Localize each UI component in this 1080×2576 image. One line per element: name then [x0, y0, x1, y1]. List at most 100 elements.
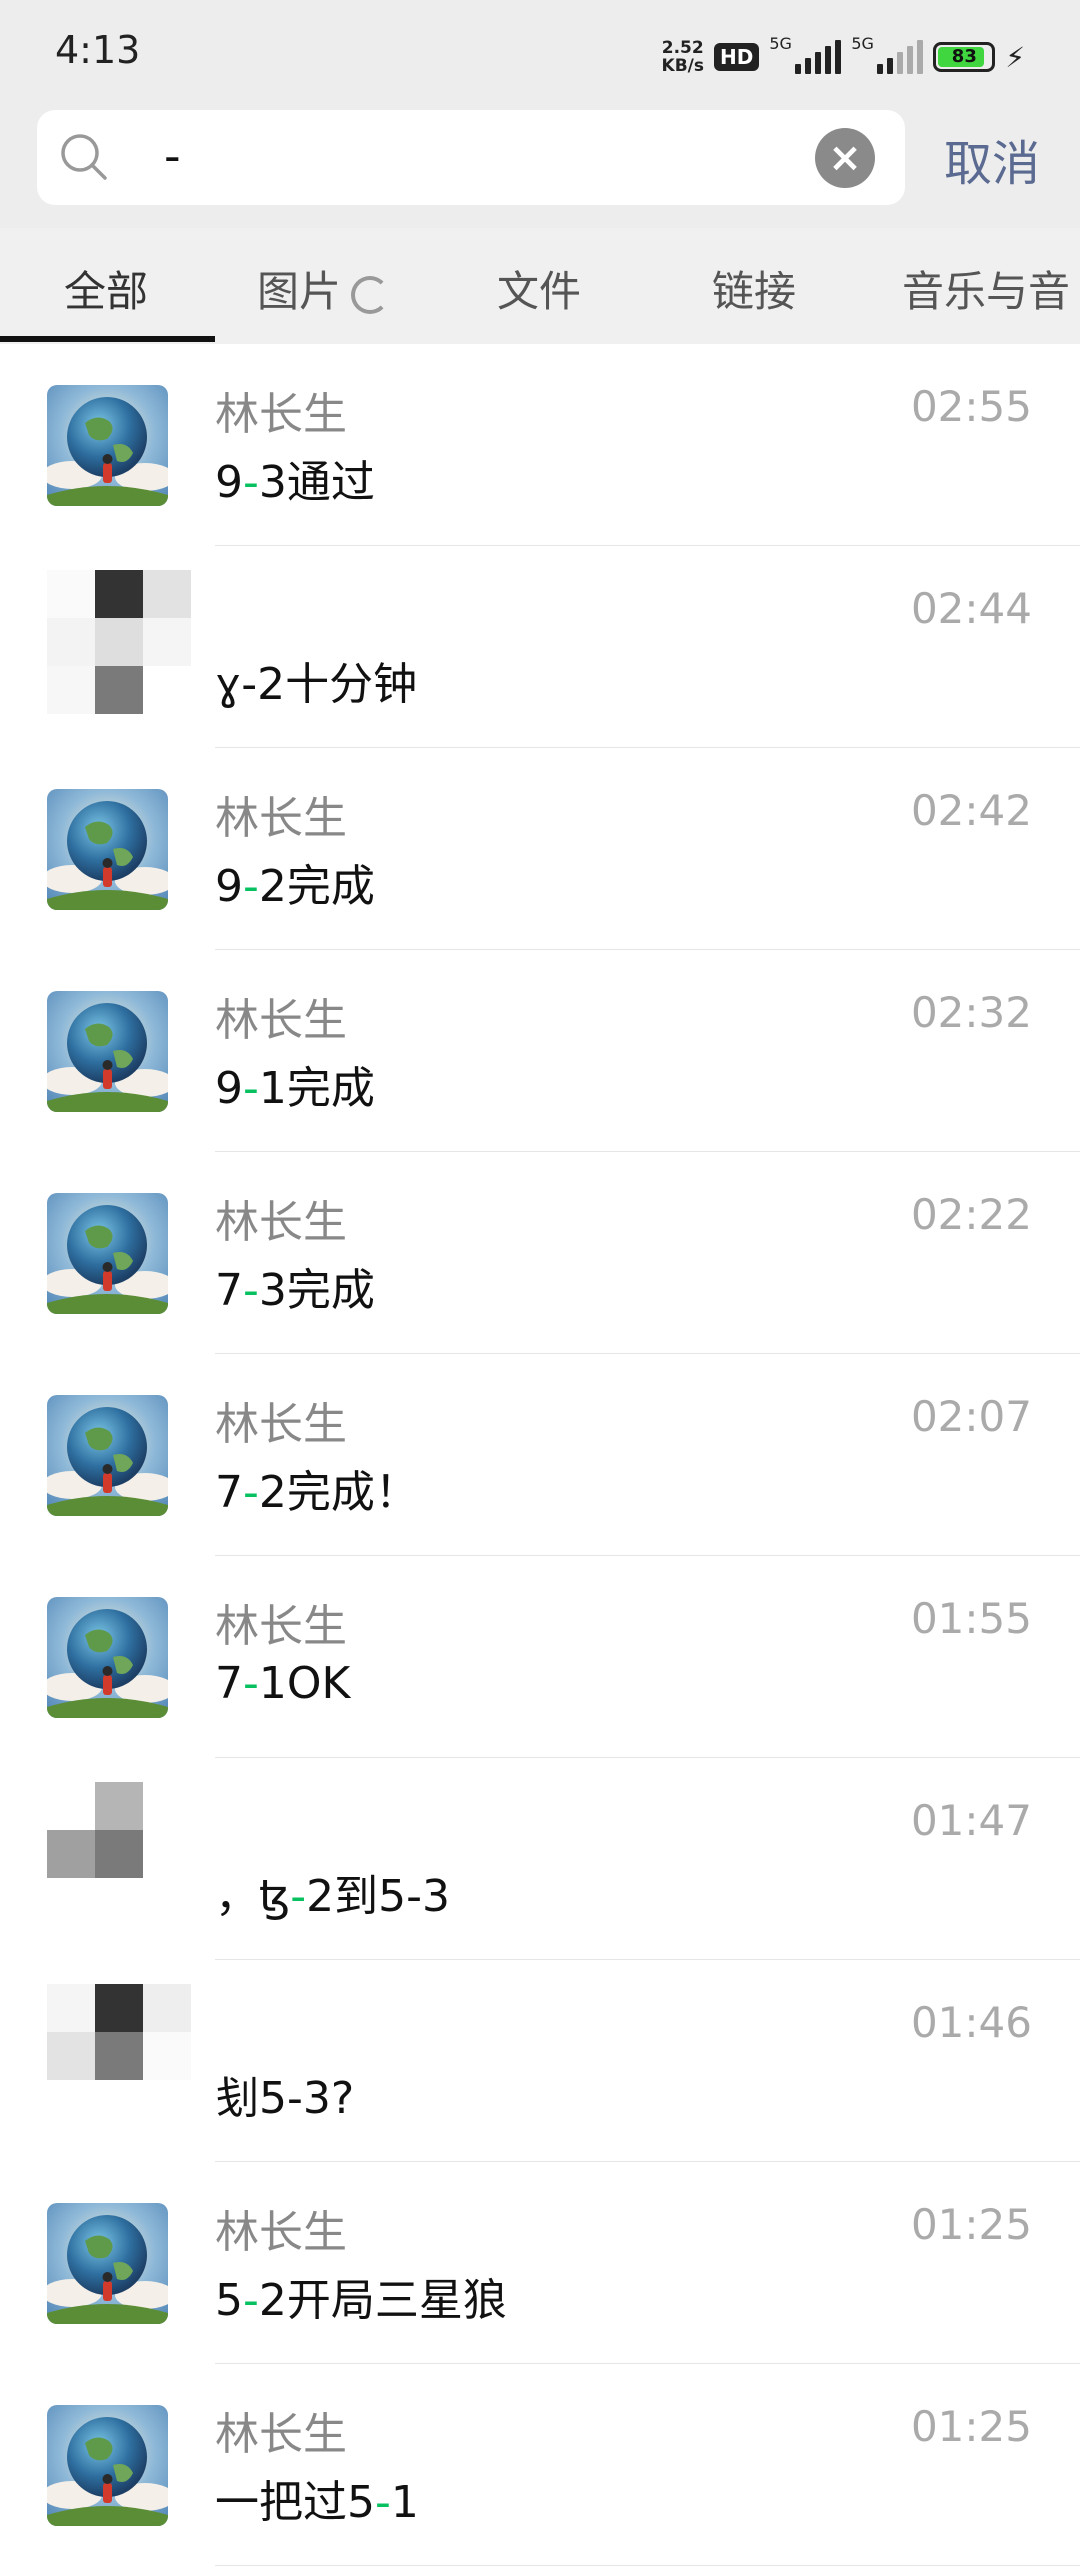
avatar-pixelated	[47, 1984, 191, 2128]
snippet-text: 9	[215, 1063, 243, 1114]
avatar	[47, 991, 168, 1112]
snippet-text: 2完成	[258, 861, 375, 912]
message-time: 02:07	[910, 1392, 1032, 1441]
contact-name: 林长生	[215, 793, 347, 844]
avatar	[47, 789, 168, 910]
chat-result-row[interactable]: 林长生 02:32 9-1完成	[0, 950, 1080, 1152]
snippet-text: 7	[215, 1658, 243, 1709]
battery-icon: 83	[933, 42, 996, 72]
message-time: 02:22	[910, 1190, 1032, 1239]
avatar	[47, 1395, 168, 1516]
match-highlight: -	[243, 457, 259, 508]
avatar	[47, 385, 168, 506]
avatar-pixelated	[47, 570, 191, 714]
message-snippet: 9-2完成	[215, 850, 375, 914]
chat-result-row[interactable]: 01:47 ，ꜩ-2到5-3	[0, 1758, 1080, 1960]
message-snippet: ɣ-2十分钟	[215, 648, 417, 712]
snippet-text: 9	[215, 457, 243, 508]
chat-result-row[interactable]: 01:46 刬5-3?	[0, 1960, 1080, 2162]
chat-result-row[interactable]: 林长生 02:07 7-2完成！	[0, 1354, 1080, 1556]
snippet-text: 1OK	[258, 1658, 351, 1709]
chat-result-row[interactable]: 林长生 02:55 9-3通过	[0, 344, 1080, 546]
contact-name: 林长生	[215, 1197, 347, 1248]
search-icon	[61, 134, 107, 180]
avatar	[47, 1193, 168, 1314]
message-time: 02:42	[910, 786, 1032, 835]
message-time: 01:25	[910, 2200, 1032, 2249]
message-snippet: ，ꜩ-2到5-3	[215, 1860, 450, 1924]
status-time: 4:13	[55, 28, 141, 72]
loading-spinner-icon	[351, 275, 390, 314]
message-snippet: 9-3通过	[215, 446, 375, 510]
tab-indicator	[0, 336, 215, 342]
chat-result-row[interactable]: 林长生 02:42 9-2完成	[0, 748, 1080, 950]
chat-result-row[interactable]: 林长生 01:55 7-1OK	[0, 1556, 1080, 1758]
message-time: 01:55	[910, 1594, 1032, 1643]
message-snippet: 7-3完成	[215, 1254, 375, 1318]
snippet-text: 3完成	[258, 1265, 375, 1316]
snippet-text: ，ꜩ	[215, 1871, 291, 1922]
network-type: 5G	[769, 34, 792, 53]
chat-result-row[interactable]: 林长生 01:25 5-2开局三星狼	[0, 2162, 1080, 2364]
cancel-button[interactable]: 取消	[944, 124, 1040, 194]
snippet-text: 7	[215, 1467, 243, 1518]
tab-music[interactable]: 音乐与音	[902, 258, 1070, 319]
status-icons: 2.52 KB/s HD 5G 5G 83 ⚡	[662, 32, 1025, 82]
tab-images-label: 图片	[257, 267, 342, 316]
match-highlight: -	[243, 2275, 259, 2326]
snippet-text: 7	[215, 1265, 243, 1316]
battery-level: 83	[951, 46, 977, 67]
charging-icon: ⚡	[1005, 40, 1025, 74]
match-highlight: -	[243, 861, 259, 912]
snippet-text: 一把过5	[215, 2477, 375, 2528]
snippet-text: 3通过	[258, 457, 375, 508]
search-input[interactable]	[162, 125, 726, 187]
tab-links[interactable]: 链接	[712, 258, 796, 319]
snippet-text: 1完成	[258, 1063, 375, 1114]
snippet-text: 2开局三星狼	[258, 2275, 507, 2326]
chat-result-row[interactable]: 林长生 02:22 7-3完成	[0, 1152, 1080, 1354]
contact-name: 林长生	[215, 1399, 347, 1450]
chat-result-row[interactable]: 02:44 ɣ-2十分钟	[0, 546, 1080, 748]
match-highlight: -	[243, 1467, 259, 1518]
snippet-text: 1	[390, 2477, 419, 2528]
contact-name: 林长生	[215, 2207, 347, 2258]
search-box[interactable]: ×	[37, 110, 905, 205]
signal-icon: 5G	[769, 34, 842, 74]
message-snippet: 7-1OK	[215, 1658, 350, 1709]
message-time: 01:46	[910, 1998, 1032, 2047]
avatar	[47, 1597, 168, 1718]
match-highlight: -	[243, 1658, 259, 1709]
tab-files[interactable]: 文件	[497, 258, 581, 319]
network-type-2: 5G	[851, 34, 874, 53]
chat-result-row[interactable]: 林长生 01:25 一把过5-1	[0, 2364, 1080, 2566]
message-snippet: 刬5-3?	[215, 2062, 354, 2126]
search-bar: × 取消	[0, 108, 1080, 228]
snippet-text: 5	[215, 2275, 243, 2326]
match-highlight: -	[243, 1265, 259, 1316]
contact-name: 林长生	[215, 1601, 347, 1652]
message-time: 02:55	[910, 382, 1032, 431]
match-highlight: -	[375, 2477, 391, 2528]
message-time: 01:47	[910, 1796, 1032, 1845]
match-highlight: -	[290, 1871, 307, 1922]
snippet-text: 刬5-3?	[215, 2073, 355, 2124]
avatar	[47, 2203, 168, 2324]
net-speed-value: 2.52	[661, 38, 704, 58]
tab-all[interactable]: 全部	[64, 258, 148, 319]
contact-name: 林长生	[215, 2409, 347, 2460]
contact-name: 林长生	[215, 389, 347, 440]
avatar	[47, 2405, 168, 2526]
snippet-text: ɣ-2十分钟	[215, 659, 418, 710]
message-time: 02:32	[910, 988, 1032, 1037]
avatar-pixelated	[47, 1782, 191, 1926]
snippet-text: 2完成！	[258, 1467, 419, 1518]
message-snippet: 一把过5-1	[215, 2466, 419, 2530]
tab-bar: 全部 图片 文件 链接 音乐与音	[0, 228, 1080, 345]
message-time: 02:44	[910, 584, 1032, 633]
tab-images[interactable]: 图片	[257, 258, 390, 319]
clear-search-button[interactable]: ×	[815, 128, 875, 188]
result-list: 林长生 02:55 9-3通过 02:44 ɣ-2十分钟 林长生 02:42 9-2完成	[0, 344, 1080, 2566]
hd-icon: HD	[713, 43, 760, 71]
message-snippet: 5-2开局三星狼	[215, 2264, 507, 2328]
